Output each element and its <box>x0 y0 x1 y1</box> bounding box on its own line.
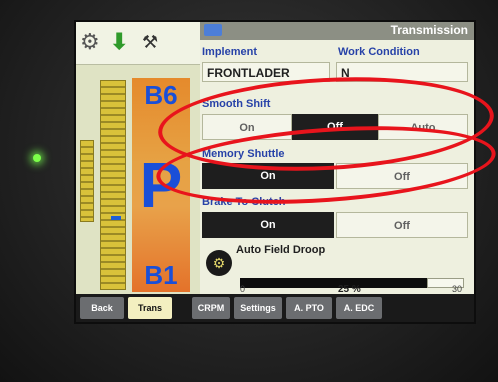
smooth-shift-label: Smooth Shift <box>202 98 271 110</box>
tab-a-edc[interactable]: A. EDC <box>336 297 382 319</box>
gear-range-bar: B6 P B1 <box>132 78 190 292</box>
smooth-shift-on-button[interactable]: On <box>202 114 292 140</box>
memory-shuttle-off-button[interactable]: Off <box>336 163 468 189</box>
smooth-shift-off-button[interactable]: Off <box>292 114 378 140</box>
tab-crpm[interactable]: CRPM <box>192 297 230 319</box>
implement-label: Implement <box>202 46 258 58</box>
arrow-down-icon[interactable]: ⬇ <box>110 28 128 56</box>
transmission-settings-panel: Transmission Implement FRONTLADER Work C… <box>200 22 474 295</box>
smooth-shift-auto-button[interactable]: Auto <box>378 114 468 140</box>
page-title: Transmission <box>390 23 468 37</box>
speed-level-gauge <box>100 80 126 290</box>
title-bar: Transmission <box>200 22 474 40</box>
memory-shuttle-label: Memory Shuttle <box>202 148 285 160</box>
brake-to-clutch-on-button[interactable]: On <box>202 212 334 238</box>
memory-shuttle-on-button[interactable]: On <box>202 163 334 189</box>
field-droop-icon: ⚙ <box>206 250 232 276</box>
work-condition-label: Work Condition <box>338 46 420 58</box>
current-gear-label: P <box>139 149 183 221</box>
droop-min-label: 0 <box>240 284 246 294</box>
tools-icon[interactable]: ⚙ <box>80 28 100 56</box>
gauge-marker <box>111 216 121 220</box>
left-status-panel: ⚙ ⬇ ⚒ B6 P B1 <box>76 22 200 294</box>
range-top-label: B6 <box>144 80 178 110</box>
droop-max-label: 30 <box>452 284 463 294</box>
implement-icon[interactable]: ⚒ <box>142 28 158 56</box>
tab-back[interactable]: Back <box>80 297 124 319</box>
tab-a-pto[interactable]: A. PTO <box>286 297 332 319</box>
tab-settings[interactable]: Settings <box>234 297 282 319</box>
secondary-level-gauge <box>80 140 94 222</box>
power-led <box>33 154 41 162</box>
settings-tab-icon <box>204 24 222 36</box>
auto-field-droop-label: Auto Field Droop <box>236 244 326 256</box>
brake-to-clutch-off-button[interactable]: Off <box>336 212 468 238</box>
brake-to-clutch-label: Brake To Clutch <box>202 196 286 208</box>
tab-trans[interactable]: Trans <box>128 297 172 319</box>
bottom-tab-bar: Back Trans CRPM Settings A. PTO A. EDC <box>76 294 474 322</box>
implement-field[interactable]: FRONTLADER <box>202 62 330 82</box>
top-icon-bar: ⚙ ⬇ ⚒ <box>76 22 200 65</box>
display-screen: ⚙ ⬇ ⚒ B6 P B1 Transmission Implement FRO… <box>74 20 476 324</box>
range-bottom-label: B1 <box>144 260 178 290</box>
work-condition-field[interactable]: N <box>336 62 468 82</box>
